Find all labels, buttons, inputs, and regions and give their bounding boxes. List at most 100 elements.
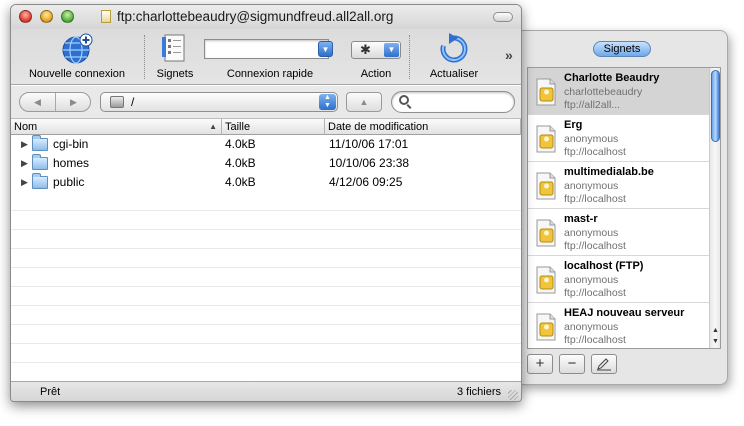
toolbar-overflow-icon[interactable]: »	[505, 47, 513, 63]
search-field[interactable]	[391, 91, 515, 113]
scrollbar-thumb[interactable]	[711, 70, 720, 142]
refresh-icon	[440, 33, 468, 63]
file-name: homes	[53, 156, 90, 170]
chevron-up-down-icon: ▲ ▼	[319, 94, 336, 110]
resize-grip-icon[interactable]	[508, 390, 518, 400]
minimize-button[interactable]	[40, 10, 53, 23]
toolbar: Nouvelle connexion Signets ▼ Connexion r…	[11, 29, 521, 85]
chevron-down-icon: ▼	[384, 43, 399, 57]
document-proxy-icon[interactable]	[101, 10, 111, 23]
bookmark-list[interactable]: Charlotte Beaudry charlottebeaudry ftp:/…	[527, 67, 721, 349]
bookmark-url: ftp://localhost	[564, 287, 626, 299]
refresh-button[interactable]: Actualiser	[423, 29, 485, 85]
bookmarks-label: Signets	[156, 68, 194, 80]
window-title: ftp:charlottebeaudry@sigmundfreud.all2al…	[117, 9, 394, 24]
bookmarks-button[interactable]: Signets	[151, 29, 199, 85]
bookmark-user: anonymous	[564, 321, 619, 333]
new-connection-label: Nouvelle connexion	[28, 68, 125, 80]
file-count: 3 fichiers	[456, 386, 501, 398]
status-bar: Prêt 3 fichiers	[11, 381, 521, 401]
folder-icon	[32, 173, 48, 189]
bookmark-name: mast-r	[564, 213, 598, 225]
zoom-button[interactable]	[61, 10, 74, 23]
file-table-header: Nom ▲ Taille Date de modification	[11, 119, 521, 135]
up-arrow-icon: ▲	[359, 97, 369, 107]
bookmark-scrollbar[interactable]: ▲ ▼	[709, 68, 720, 348]
new-connection-button[interactable]: Nouvelle connexion	[19, 29, 135, 85]
bookmark-user: anonymous	[564, 227, 619, 239]
remove-bookmark-button[interactable]: −	[559, 354, 585, 374]
chevron-down-icon: ▼	[321, 45, 330, 54]
bookmark-url: ftp://all2all...	[564, 99, 621, 111]
bookmark-item[interactable]: localhost (FTP) anonymous ftp://localhos…	[528, 256, 720, 303]
parent-folder-button[interactable]: ▲	[346, 92, 382, 112]
column-label: Taille	[225, 121, 251, 133]
gear-icon: ✱	[360, 42, 371, 57]
bookmark-item[interactable]: Charlotte Beaudry charlottebeaudry ftp:/…	[528, 68, 720, 115]
empty-row	[11, 268, 521, 287]
plus-icon: +	[535, 355, 545, 372]
pencil-icon	[597, 358, 611, 371]
title-bar[interactable]: ftp:charlottebeaudry@sigmundfreud.all2al…	[11, 5, 521, 29]
file-list[interactable]: ▶ cgi-bin 4.0kB 11/10/06 17:01 ▶ homes 4…	[11, 135, 521, 381]
disk-icon	[110, 96, 124, 108]
empty-row	[11, 325, 521, 344]
toolbar-toggle-button[interactable]	[493, 12, 513, 22]
empty-row	[11, 287, 521, 306]
ftp-browser-window: ftp:charlottebeaudry@sigmundfreud.all2al…	[10, 4, 522, 402]
server-icon	[536, 78, 556, 106]
table-row[interactable]: ▶ public 4.0kB 4/12/06 09:25	[11, 173, 521, 192]
forward-button[interactable]: ▶	[56, 93, 91, 111]
file-modified: 11/10/06 17:01	[329, 137, 409, 151]
empty-row	[11, 344, 521, 363]
bookmark-user: charlottebeaudry	[564, 86, 643, 98]
empty-row	[11, 249, 521, 268]
empty-row	[11, 230, 521, 249]
file-name: cgi-bin	[53, 137, 89, 151]
current-path: /	[131, 95, 135, 109]
add-bookmark-button[interactable]: +	[527, 354, 553, 374]
server-icon	[536, 219, 556, 247]
action-menu-button[interactable]: ✱ ▼	[351, 41, 401, 59]
disclosure-triangle-icon[interactable]: ▶	[21, 173, 28, 192]
back-forward-control: ◀ ▶	[19, 92, 91, 112]
close-button[interactable]	[19, 10, 32, 23]
path-selector[interactable]: / ▲ ▼	[100, 92, 338, 112]
bookmark-item[interactable]: mast-r anonymous ftp://localhost	[528, 209, 720, 256]
bookmark-url: ftp://localhost	[564, 334, 626, 346]
server-icon	[536, 172, 556, 200]
column-label: Nom	[14, 121, 38, 133]
column-header-modified[interactable]: Date de modification	[325, 119, 521, 135]
bookmark-name: Charlotte Beaudry	[564, 72, 660, 84]
folder-icon	[32, 135, 48, 151]
scroll-down-arrow-icon[interactable]: ▼	[710, 337, 720, 347]
disclosure-triangle-icon[interactable]: ▶	[21, 135, 28, 154]
drawer-title: Signets	[593, 41, 651, 57]
empty-row	[11, 211, 521, 230]
table-row[interactable]: ▶ homes 4.0kB 10/10/06 23:38	[11, 154, 521, 173]
action-label: Action	[360, 68, 392, 80]
bookmark-name: Erg	[564, 119, 583, 131]
column-header-size[interactable]: Taille	[222, 119, 325, 135]
bookmarks-icon	[162, 34, 185, 62]
empty-row	[11, 192, 521, 211]
disclosure-triangle-icon[interactable]: ▶	[21, 154, 28, 173]
file-size: 4.0kB	[225, 137, 256, 151]
back-button[interactable]: ◀	[20, 93, 55, 111]
forward-arrow-icon: ▶	[70, 97, 77, 107]
bookmarks-drawer: Signets Charlotte Beaudry charlottebeaud…	[519, 30, 728, 385]
edit-bookmark-button[interactable]	[591, 354, 617, 374]
bookmark-item[interactable]: multimedialab.be anonymous ftp://localho…	[528, 162, 720, 209]
column-header-name[interactable]: Nom ▲	[11, 119, 222, 135]
file-size: 4.0kB	[225, 156, 256, 170]
table-row[interactable]: ▶ cgi-bin 4.0kB 11/10/06 17:01	[11, 135, 521, 154]
quick-connect-dropdown[interactable]: ▼	[318, 41, 333, 57]
bookmark-item[interactable]: HEAJ nouveau serveur anonymous ftp://loc…	[528, 303, 720, 348]
globe-plus-icon	[62, 33, 93, 64]
scroll-up-arrow-icon[interactable]: ▲	[710, 326, 720, 336]
bookmark-url: ftp://localhost	[564, 146, 626, 158]
status-text: Prêt	[40, 386, 61, 398]
bookmark-item[interactable]: Erg anonymous ftp://localhost	[528, 115, 720, 162]
quick-connect-input[interactable]	[204, 39, 329, 59]
folder-icon	[32, 154, 48, 170]
